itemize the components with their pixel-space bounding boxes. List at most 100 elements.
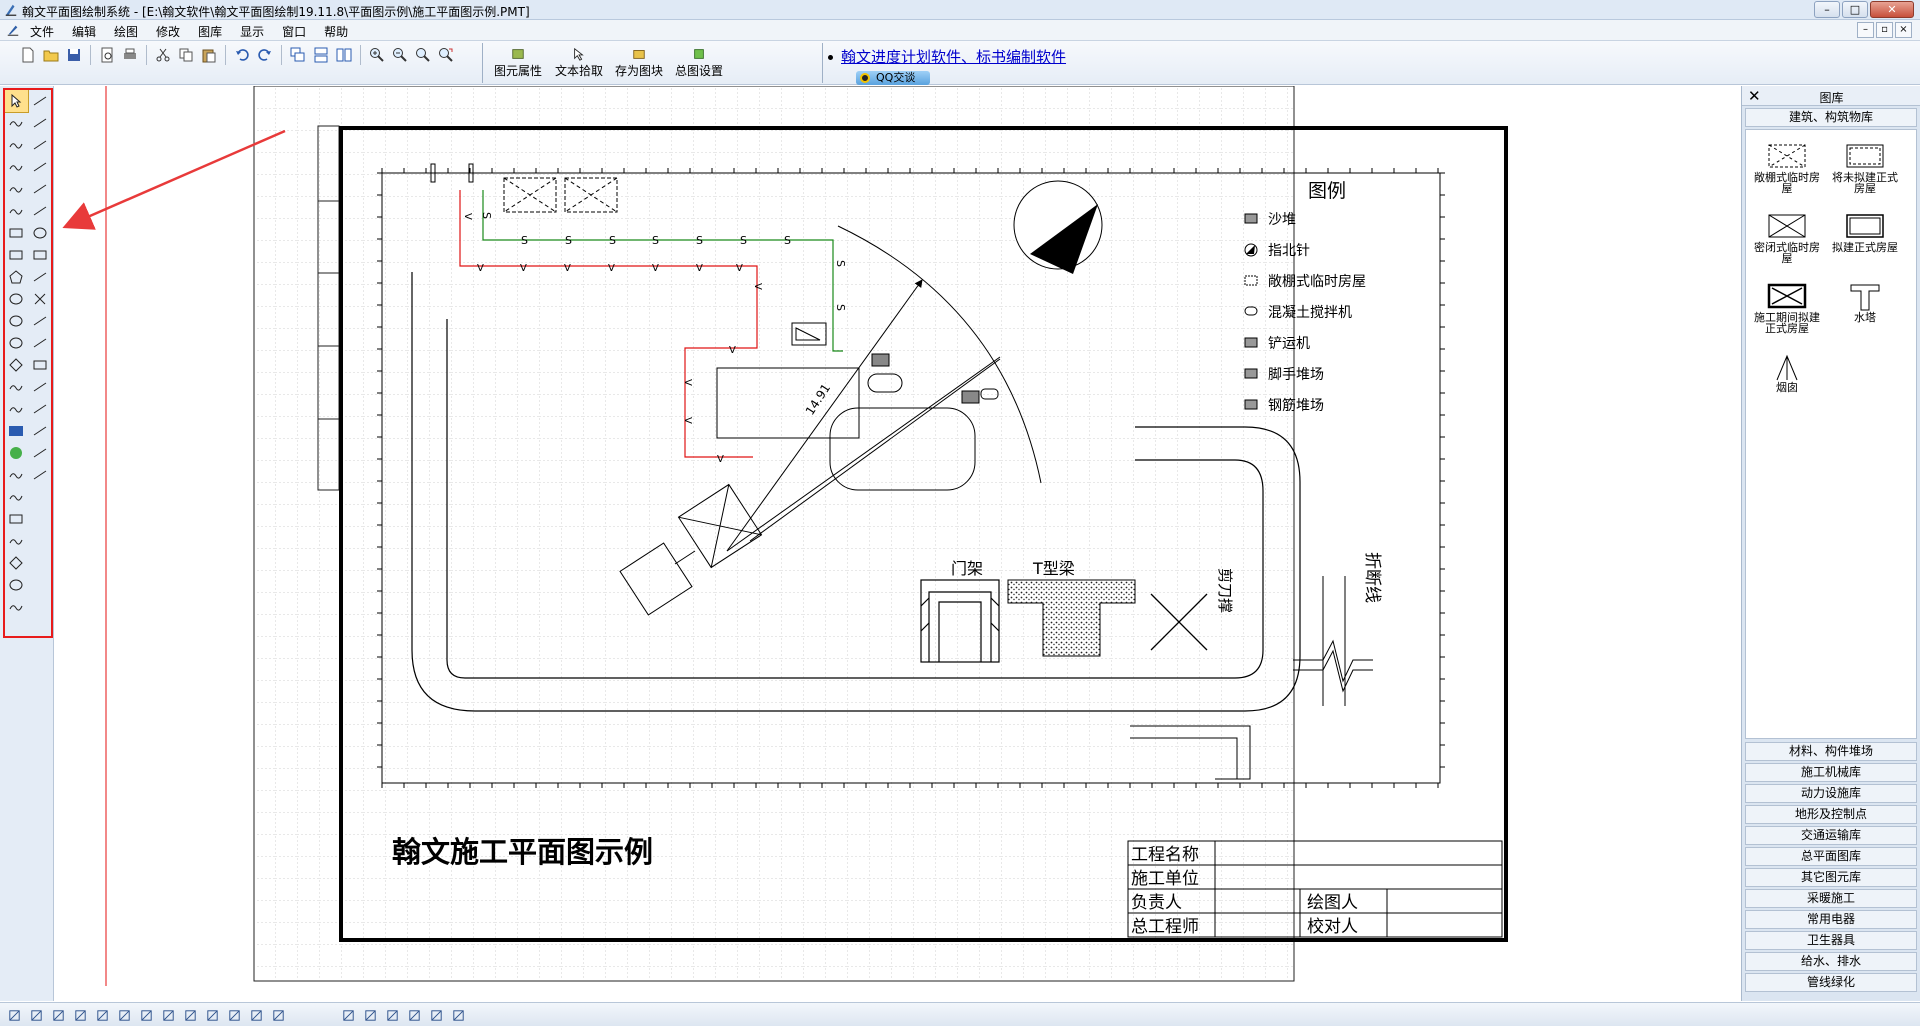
- element-properties-label: 图元属性: [494, 64, 543, 78]
- break-icon[interactable]: [158, 1006, 178, 1024]
- library-category[interactable]: 管线绿化: [1745, 973, 1917, 992]
- mirror-icon[interactable]: [70, 1006, 90, 1024]
- mdi-minimize-button[interactable]: –: [1857, 22, 1874, 38]
- new-file-icon[interactable]: [18, 45, 38, 65]
- mdi-close-button[interactable]: ×: [1895, 22, 1912, 38]
- library-category[interactable]: 给水、排水: [1745, 952, 1917, 971]
- stop-icon[interactable]: [114, 1006, 134, 1024]
- break-line-label: 折断线: [1362, 552, 1382, 603]
- save-icon[interactable]: [64, 45, 84, 65]
- hatch-pattern-icon[interactable]: [404, 1006, 424, 1024]
- line-edit-icon[interactable]: [202, 1006, 222, 1024]
- water-line-marker: S: [609, 234, 616, 247]
- zoom-all-icon[interactable]: [436, 45, 456, 65]
- library-category[interactable]: 材料、构件堆场: [1745, 742, 1917, 761]
- menu-file[interactable]: 文件: [30, 23, 54, 40]
- menu-modify[interactable]: 修改: [156, 23, 180, 40]
- menu-edit[interactable]: 编辑: [72, 23, 96, 40]
- linetype-icon[interactable]: [338, 1006, 358, 1024]
- library-item[interactable]: 水塔: [1828, 282, 1902, 323]
- maximize-button[interactable]: □: [1842, 1, 1868, 18]
- library-item[interactable]: 施工期间拟建正式房屋: [1750, 282, 1824, 334]
- library-category[interactable]: 地形及控制点: [1745, 805, 1917, 824]
- library-category[interactable]: 卫生器具: [1745, 931, 1917, 950]
- font-icon[interactable]: [448, 1006, 468, 1024]
- zoom-window-icon[interactable]: [413, 45, 433, 65]
- legend-symbol-icon: [1244, 399, 1258, 410]
- library-category[interactable]: 总平面图库: [1745, 847, 1917, 866]
- close-button[interactable]: ✕: [1870, 1, 1914, 18]
- zoom-in-icon[interactable]: [367, 45, 387, 65]
- tile-vertical-icon[interactable]: [334, 45, 354, 65]
- zoom-out-icon[interactable]: [390, 45, 410, 65]
- main-toolbar: 图元属性 文本拾取 存为图块 总图设置 翰文进度计划软件、标书编制软件 QQ交谈: [0, 41, 1920, 85]
- water-line-marker: S: [740, 234, 747, 247]
- power-line-marker: V: [696, 263, 703, 274]
- bottom-toolbar: [0, 1002, 1920, 1026]
- undo-icon[interactable]: [232, 45, 252, 65]
- tile-horizontal-icon[interactable]: [311, 45, 331, 65]
- mdi-restore-button[interactable]: ▫: [1876, 22, 1893, 38]
- library-item-label: 烟囱: [1776, 381, 1798, 394]
- library-category[interactable]: 采暖施工: [1745, 889, 1917, 908]
- menu-help[interactable]: 帮助: [324, 23, 348, 40]
- text-pick-button[interactable]: 文本拾取: [555, 47, 603, 79]
- minimize-button[interactable]: –: [1814, 1, 1840, 18]
- pen-icon[interactable]: [382, 1006, 402, 1024]
- print-preview-icon[interactable]: [97, 45, 117, 65]
- library-category[interactable]: 交通运输库: [1745, 826, 1917, 845]
- library-item-label: 施工期间拟建正式房屋: [1754, 311, 1820, 335]
- cascade-windows-icon[interactable]: [288, 45, 308, 65]
- document-icon[interactable]: [6, 23, 20, 37]
- print-icon[interactable]: [120, 45, 140, 65]
- menu-view[interactable]: 显示: [240, 23, 264, 40]
- promo-link[interactable]: 翰文进度计划软件、标书编制软件: [841, 48, 1066, 66]
- menu-bar: 文件 编辑 绘图 修改 图库 显示 窗口 帮助 – ▫ ×: [0, 20, 1920, 41]
- library-category[interactable]: 施工机械库: [1745, 763, 1917, 782]
- power-line-marker: V: [717, 454, 724, 465]
- layer-icon[interactable]: [224, 1006, 244, 1024]
- tb-construction-unit-label: 施工单位: [1131, 869, 1199, 889]
- library-item[interactable]: 密闭式临时房屋: [1750, 212, 1824, 264]
- library-category[interactable]: 动力设施库: [1745, 784, 1917, 803]
- general-settings-button[interactable]: 总图设置: [675, 47, 723, 79]
- open-folder-icon[interactable]: [41, 45, 61, 65]
- library-item[interactable]: 拟建正式房屋: [1828, 212, 1902, 253]
- library-items: 敞棚式临时房屋 将未拟建正式房屋 密闭式临时房屋 拟建正式房屋 施工期间拟建正式…: [1745, 129, 1917, 739]
- move-icon[interactable]: [4, 1006, 24, 1024]
- align-icon[interactable]: [26, 1006, 46, 1024]
- cut-icon[interactable]: [153, 45, 173, 65]
- save-as-block-button[interactable]: 存为图块: [615, 47, 663, 79]
- library-item[interactable]: 敞棚式临时房屋: [1750, 142, 1824, 194]
- element-properties-button[interactable]: 图元属性: [494, 47, 542, 79]
- library-item[interactable]: 将未拟建正式房屋: [1828, 142, 1902, 194]
- category-buildings[interactable]: 建筑、构筑物库: [1745, 108, 1917, 127]
- water-line-marker: S: [521, 234, 528, 247]
- library-category[interactable]: 常用电器: [1745, 910, 1917, 929]
- gantry-label: 门架: [951, 559, 983, 578]
- trim-icon[interactable]: [136, 1006, 156, 1024]
- copy-icon[interactable]: [176, 45, 196, 65]
- menu-draw[interactable]: 绘图: [114, 23, 138, 40]
- redo-icon[interactable]: [255, 45, 275, 65]
- library-item[interactable]: 烟囱: [1750, 352, 1824, 393]
- lineweight-icon[interactable]: [360, 1006, 380, 1024]
- drawing-canvas[interactable]: SSSSSSSSSS VVVVVVVVVVVVV 14.91 图例 沙堆 指北针…: [55, 86, 1740, 1001]
- paint-bucket-icon[interactable]: [426, 1006, 446, 1024]
- power-line-marker: V: [462, 213, 473, 220]
- paste-icon[interactable]: [199, 45, 219, 65]
- rect-tool-icon[interactable]: [180, 1006, 200, 1024]
- qq-chat-button[interactable]: QQ交谈: [856, 71, 930, 85]
- tb-project-name-label: 工程名称: [1131, 845, 1199, 865]
- water-line-marker: S: [834, 260, 847, 267]
- menu-window[interactable]: 窗口: [282, 23, 306, 40]
- library-title: 图库: [1819, 91, 1844, 105]
- scale-icon[interactable]: [268, 1006, 288, 1024]
- rotate-icon[interactable]: [48, 1006, 68, 1024]
- menu-library[interactable]: 图库: [198, 23, 222, 40]
- bullet-icon: [828, 55, 833, 60]
- library-category[interactable]: 其它图元库: [1745, 868, 1917, 887]
- color-fill-icon[interactable]: [246, 1006, 266, 1024]
- scissor-brace-label: 剪刀撑: [1216, 568, 1234, 613]
- fill-icon[interactable]: [92, 1006, 112, 1024]
